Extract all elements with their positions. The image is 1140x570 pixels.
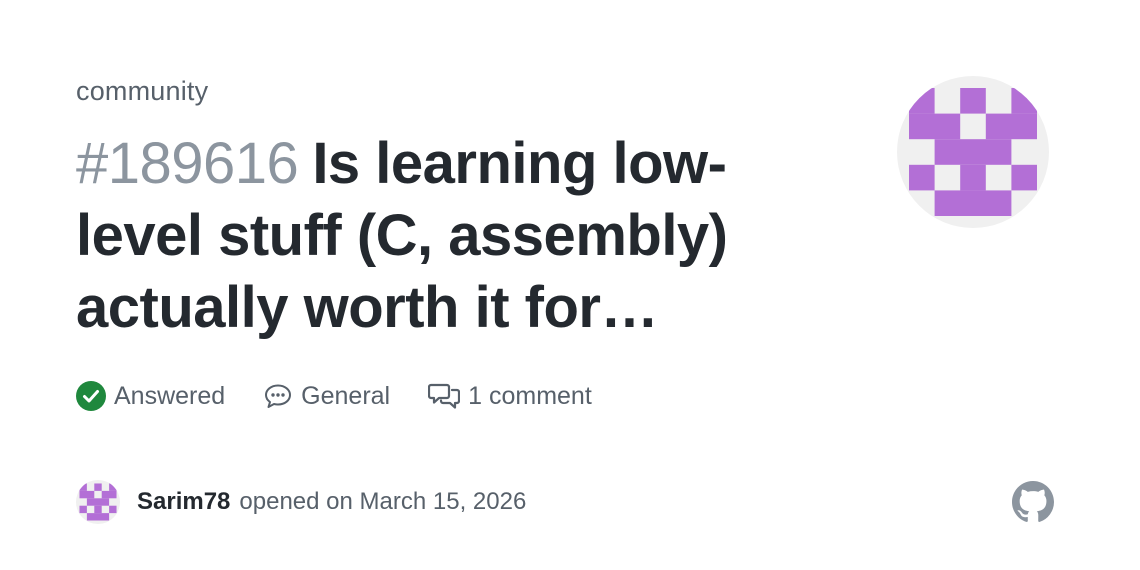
category-label: General (301, 381, 391, 410)
status-label: Answered (114, 381, 226, 410)
category-badge[interactable]: General (263, 381, 390, 411)
opened-date: opened on March 15, 2026 (239, 488, 527, 515)
discussion-number: #189616 (76, 131, 299, 196)
repository-name[interactable]: community (76, 76, 208, 107)
comments-icon (428, 381, 461, 411)
discussion-title: #189616 Is learning low-level stuff (C, a… (76, 128, 816, 344)
author-row: Sarim78 opened on March 15, 2026 (76, 480, 526, 524)
status-badge: Answered (76, 381, 225, 411)
comments-count[interactable]: 1 comment (428, 381, 592, 411)
author-name[interactable]: Sarim78 (137, 488, 230, 516)
author-identicon-large (897, 76, 1049, 228)
speech-bubble-icon (263, 381, 293, 411)
check-circle-icon (76, 381, 106, 411)
author-avatar[interactable] (76, 480, 120, 524)
discussion-meta: Answered General 1 comment (76, 378, 630, 414)
github-icon (1012, 481, 1054, 523)
comments-label: 1 comment (468, 381, 592, 410)
